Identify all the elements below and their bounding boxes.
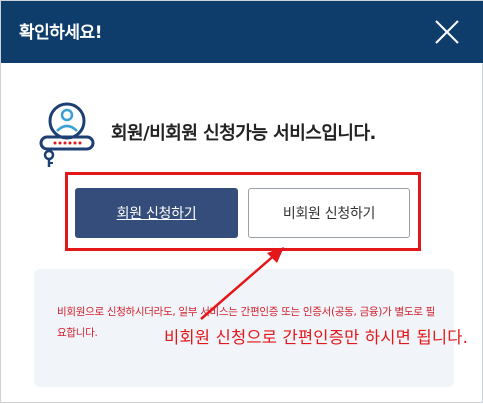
confirm-dialog: 확인하세요! 회원/비회원 신청가능 서비스입니다. 회원 신청하기 비회원 신… xyxy=(0,0,483,403)
close-button[interactable] xyxy=(432,17,462,47)
close-icon[interactable] xyxy=(432,17,462,47)
dialog-title: 확인하세요! xyxy=(19,23,102,43)
dialog-header: 확인하세요! xyxy=(1,1,483,63)
highlight-box xyxy=(65,172,421,251)
annotation-text: 비회원 신청으로 간편인증만 하시면 됩니다. xyxy=(164,328,469,347)
user-password-icon xyxy=(37,97,101,169)
service-headline: 회원/비회원 신청가능 서비스입니다. xyxy=(111,123,376,144)
